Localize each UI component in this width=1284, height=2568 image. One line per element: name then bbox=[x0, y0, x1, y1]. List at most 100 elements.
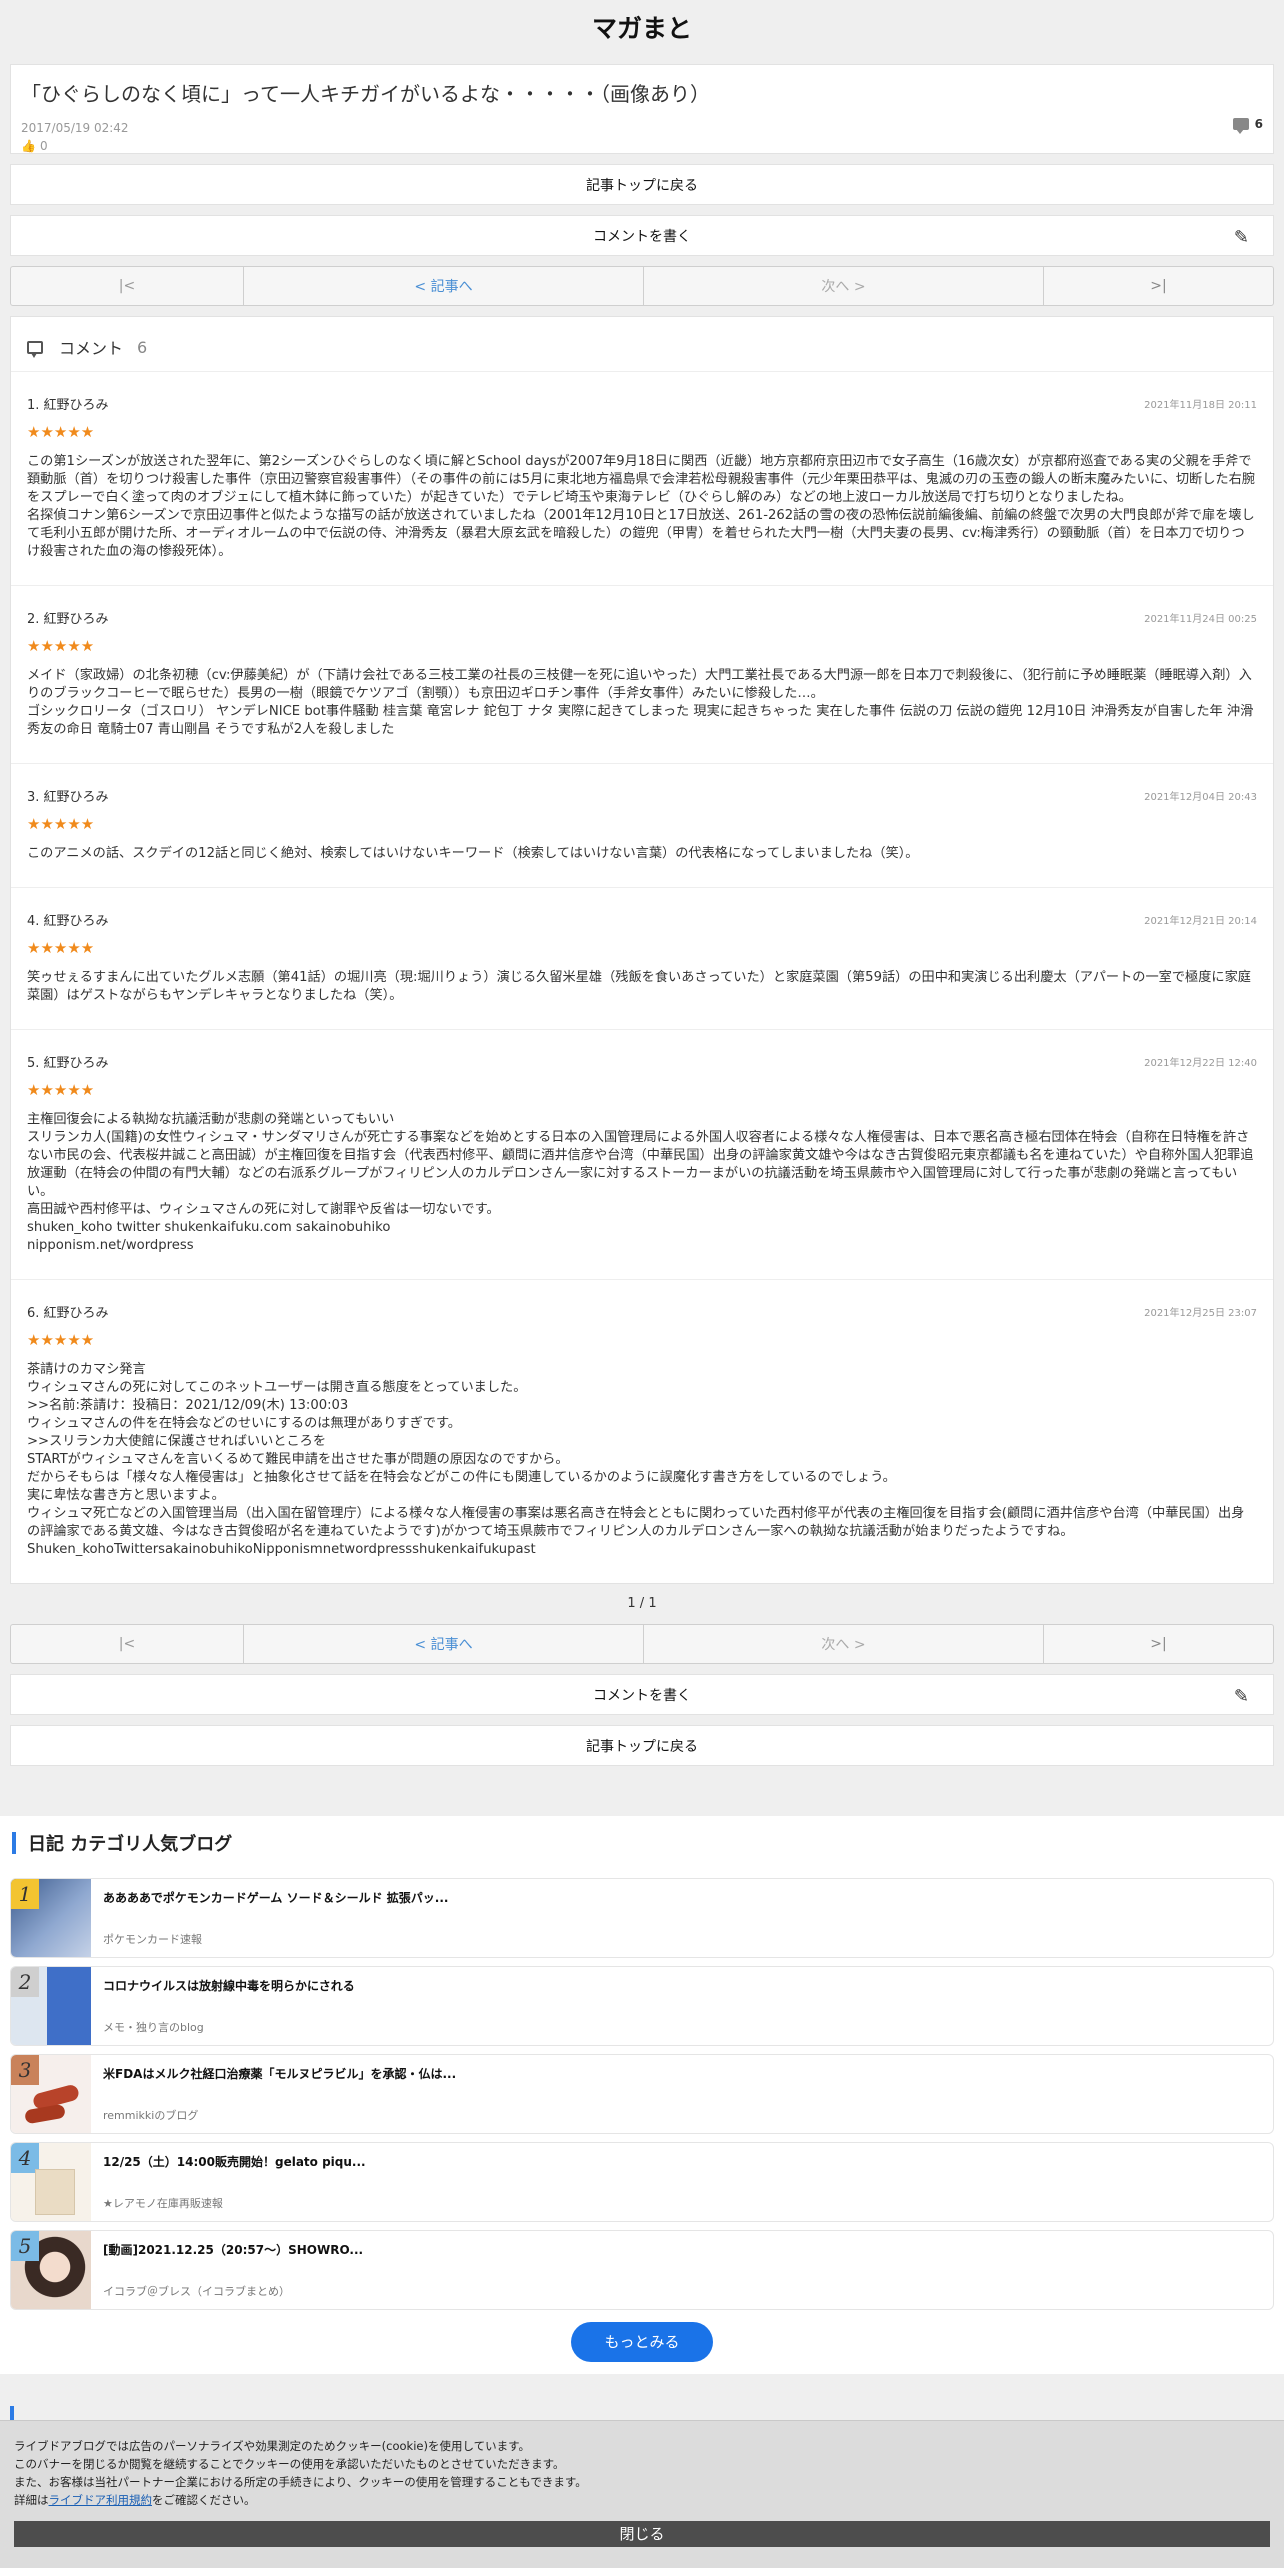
comments-section: コメント 6 1. 紅野ひろみ 2021年11月18日 20:11 ★★★★★ … bbox=[10, 316, 1274, 1584]
comment-body: 茶請けのカマシ発言 ウィシュマさんの死に対してこのネットユーザーは開き直る態度を… bbox=[27, 1362, 1245, 1557]
page-indicator: 1 / 1 bbox=[627, 1596, 657, 1611]
rating-stars: ★★★★★ bbox=[27, 939, 95, 957]
rank-badge: 2 bbox=[11, 1967, 39, 1997]
pager-prev-button[interactable]: < 記事へ bbox=[244, 1625, 644, 1663]
comment-body: メイド（家政婦）の北条初穂（cv:伊藤美紀）が（下請け会社である三枝工業の社長の… bbox=[27, 668, 1254, 737]
back-to-top-label: 記事トップに戻る bbox=[586, 1738, 698, 1755]
back-to-article-top-button[interactable]: 記事トップに戻る bbox=[10, 164, 1274, 205]
last-page-icon: >| bbox=[1150, 278, 1167, 294]
comment-body: 笑ゥせぇるすまんに出ていたグルメ志願（第41話）の堀川亮（現:堀川りょう）演じる… bbox=[27, 970, 1251, 1003]
comment-item: 1. 紅野ひろみ 2021年11月18日 20:11 ★★★★★ この第1シーズ… bbox=[11, 371, 1273, 585]
cookie-text-line: また、お客様は当社パートナー企業における所定の手続きにより、クッキーの使用を管理… bbox=[14, 2475, 587, 2489]
article-date: 2017/05/19 02:42 bbox=[21, 121, 129, 135]
comment-date: 2021年12月04日 20:43 bbox=[1144, 792, 1257, 803]
rank-badge: 5 bbox=[11, 2231, 39, 2261]
pager-first-button[interactable]: |< bbox=[11, 267, 244, 305]
pencil-icon: ✎ bbox=[1233, 227, 1249, 248]
ranking-list: 1 ああああでポケモンカードゲーム ソード＆シールド 拡張パッ... ポケモンカ… bbox=[10, 1878, 1274, 2310]
ranking-headline: コロナウイルスは放射線中毒を明らかにされる bbox=[103, 1979, 355, 1993]
comment-date: 2021年11月18日 20:11 bbox=[1144, 400, 1257, 411]
pager-last-button[interactable]: >| bbox=[1044, 267, 1273, 305]
pager-next-button[interactable]: 次へ > bbox=[644, 1625, 1044, 1663]
ranking-thumbnail: 3 bbox=[11, 2055, 91, 2133]
rating-stars: ★★★★★ bbox=[27, 1331, 95, 1349]
next-label: 次へ > bbox=[821, 279, 866, 295]
write-comment-label: コメントを書く bbox=[593, 228, 691, 245]
cookie-text-line: このバナーを閉じるか閲覧を継続することでクッキーの使用を承認いただいたものとさせ… bbox=[14, 2457, 565, 2471]
comment-count-link[interactable]: 6 bbox=[1232, 117, 1263, 134]
comment-date: 2021年12月22日 12:40 bbox=[1144, 1058, 1257, 1069]
rating-stars: ★★★★★ bbox=[27, 1081, 95, 1099]
comment-author: 1. 紅野ひろみ bbox=[27, 398, 109, 413]
back-to-top-label: 記事トップに戻る bbox=[586, 177, 698, 194]
comment-author: 3. 紅野ひろみ bbox=[27, 790, 109, 805]
thumbs-up-icon: 👍 bbox=[21, 139, 36, 153]
last-page-icon: >| bbox=[1150, 1636, 1167, 1652]
article-title: 「ひぐらしのなく頃に」って一人キチガイがいるよな・・・・・（画像あり） bbox=[21, 82, 710, 106]
comment-author: 2. 紅野ひろみ bbox=[27, 612, 109, 627]
cookie-banner: ライブドアブログでは広告のパーソナライズや効果測定のためクッキー(cookie)… bbox=[0, 2420, 1284, 2568]
rating-stars: ★★★★★ bbox=[27, 423, 95, 441]
ranking-thumbnail: 2 bbox=[11, 1967, 91, 2045]
comment-item: 2. 紅野ひろみ 2021年11月24日 00:25 ★★★★★ メイド（家政婦… bbox=[11, 585, 1273, 763]
ranking-title: 日記 カテゴリ人気ブログ bbox=[10, 1830, 1274, 1856]
ranking-headline: 12/25（土）14:00販売開始！gelato piqu... bbox=[103, 2155, 366, 2169]
cookie-text-line: 詳細はライブドア利用規約をご確認ください。 bbox=[14, 2491, 1270, 2509]
ranking-blog-name: ポケモンカード速報 bbox=[103, 1933, 202, 1946]
ranking-item[interactable]: 3 米FDAはメルク社経口治療薬「モルヌピラビル」を承認・仏は... remmi… bbox=[10, 2054, 1274, 2134]
prev-label: < 記事へ bbox=[414, 279, 473, 295]
comment-body: このアニメの話、スクデイの12話と同じく絶対、検索してはいけないキーワード（検索… bbox=[27, 846, 919, 861]
more-button[interactable]: もっとみる bbox=[571, 2322, 713, 2362]
pager-last-button[interactable]: >| bbox=[1044, 1625, 1273, 1663]
first-page-icon: |< bbox=[118, 1636, 136, 1652]
rating-stars: ★★★★★ bbox=[27, 637, 95, 655]
rating-stars: ★★★★★ bbox=[27, 815, 95, 833]
comment-icon bbox=[1232, 118, 1249, 134]
comment-date: 2021年12月25日 23:07 bbox=[1144, 1308, 1257, 1319]
ranking-blog-name: メモ・独り言のblog bbox=[103, 2021, 204, 2034]
write-comment-label: コメントを書く bbox=[593, 1687, 691, 1704]
cookie-text-line: ライブドアブログでは広告のパーソナライズや効果測定のためクッキー(cookie)… bbox=[14, 2439, 530, 2453]
terms-link[interactable]: ライブドア利用規約 bbox=[49, 2493, 153, 2507]
ranking-item[interactable]: 2 コロナウイルスは放射線中毒を明らかにされる メモ・独り言のblog bbox=[10, 1966, 1274, 2046]
cookie-detail-prefix: 詳細は bbox=[14, 2493, 49, 2507]
like-count: 0 bbox=[39, 139, 48, 153]
pager-next-button[interactable]: 次へ > bbox=[644, 267, 1044, 305]
ranking-headline: 米FDAはメルク社経口治療薬「モルヌピラビル」を承認・仏は... bbox=[103, 2067, 457, 2081]
pager-bottom: |< < 記事へ 次へ > >| bbox=[10, 1624, 1274, 1664]
site-header: マガまと bbox=[0, 0, 1284, 54]
capsule-image bbox=[24, 2103, 66, 2125]
ranking-item[interactable]: 5 [動画]2021.12.25（20:57～）SHOWRO... イコラブ＠ブ… bbox=[10, 2230, 1274, 2310]
comment-item: 4. 紅野ひろみ 2021年12月21日 20:14 ★★★★★ 笑ゥせぇるすま… bbox=[11, 887, 1273, 1029]
tote-bag-image bbox=[35, 2169, 75, 2215]
comment-item: 6. 紅野ひろみ 2021年12月25日 23:07 ★★★★★ 茶請けのカマシ… bbox=[11, 1279, 1273, 1583]
write-comment-button-bottom[interactable]: コメントを書く ✎ bbox=[10, 1674, 1274, 1715]
ranking-blog-name: イコラブ＠ブレス（イコラブまとめ） bbox=[103, 2285, 290, 2298]
ranking-blog-name: ★レアモノ在庫再販速報 bbox=[103, 2197, 223, 2210]
rank-badge: 1 bbox=[11, 1879, 39, 1909]
ranking-headline: ああああでポケモンカードゲーム ソード＆シールド 拡張パッ... bbox=[103, 1891, 449, 1905]
comment-date: 2021年12月21日 20:14 bbox=[1144, 916, 1257, 927]
ranking-blog-name: remmikkiのブログ bbox=[103, 2109, 199, 2122]
article-header: 「ひぐらしのなく頃に」って一人キチガイがいるよな・・・・・（画像あり） 2017… bbox=[10, 64, 1274, 154]
ranking-item[interactable]: 4 12/25（土）14:00販売開始！gelato piqu... ★レアモノ… bbox=[10, 2142, 1274, 2222]
comment-author: 5. 紅野ひろみ bbox=[27, 1056, 109, 1071]
site-title[interactable]: マガまと bbox=[592, 9, 692, 45]
comments-label: コメント bbox=[59, 339, 124, 358]
comment-body: この第1シーズンが放送された翌年に、第2シーズンひぐらしのなく頃に解とSchoo… bbox=[27, 454, 1255, 559]
ranking-item[interactable]: 1 ああああでポケモンカードゲーム ソード＆シールド 拡張パッ... ポケモンカ… bbox=[10, 1878, 1274, 1958]
next-label: 次へ > bbox=[821, 1637, 866, 1653]
rank-badge: 3 bbox=[11, 2055, 39, 2085]
comment-author: 6. 紅野ひろみ bbox=[27, 1306, 109, 1321]
comment-date: 2021年11月24日 00:25 bbox=[1144, 614, 1257, 625]
ranking-thumbnail: 4 bbox=[11, 2143, 91, 2221]
article-likes[interactable]: 👍 0 bbox=[21, 139, 1263, 153]
write-comment-button[interactable]: コメントを書く ✎ bbox=[10, 215, 1274, 256]
title-accent-bar bbox=[12, 1832, 16, 1854]
cookie-close-button[interactable]: 閉じる bbox=[14, 2521, 1270, 2547]
back-to-article-top-button-bottom[interactable]: 記事トップに戻る bbox=[10, 1725, 1274, 1766]
comment-author: 4. 紅野ひろみ bbox=[27, 914, 109, 929]
pager-first-button[interactable]: |< bbox=[11, 1625, 244, 1663]
pager-prev-button[interactable]: < 記事へ bbox=[244, 267, 644, 305]
first-page-icon: |< bbox=[118, 278, 136, 294]
